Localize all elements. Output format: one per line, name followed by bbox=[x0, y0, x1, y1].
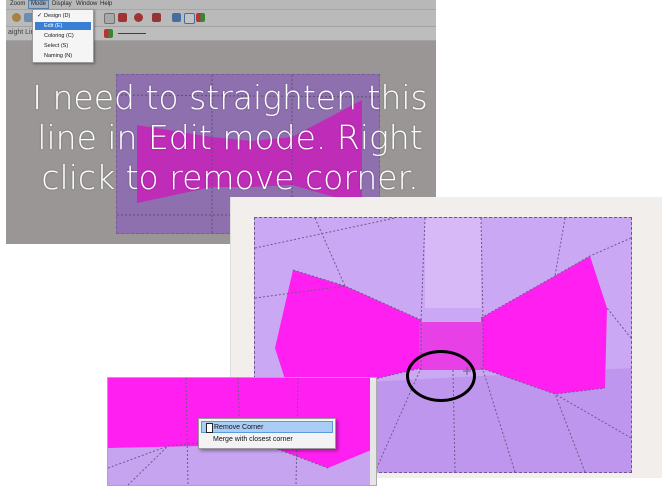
mode-item-coloring[interactable]: Coloring (C) bbox=[35, 32, 91, 40]
caption-line-2: line in Edit mode. Right bbox=[37, 118, 423, 157]
cursor-icon bbox=[206, 423, 213, 433]
caption-line-1: I need to straighten this bbox=[32, 78, 428, 117]
mode-item-design[interactable]: ✓ Design (D) bbox=[35, 12, 91, 20]
caption-line-3: click to remove corner. bbox=[41, 158, 419, 197]
merge-corner-menu-item[interactable]: Merge with closest corner bbox=[201, 434, 333, 446]
merge-corner-label: Merge with closest corner bbox=[213, 436, 293, 443]
mode-item-naming-label: Naming (N) bbox=[44, 53, 73, 59]
mode-item-select-label: Select (S) bbox=[44, 43, 69, 49]
highlight-circle bbox=[406, 350, 476, 402]
context-menu: Remove Corner Merge with closest corner bbox=[198, 418, 336, 449]
mode-item-edit-label: Edit (E) bbox=[44, 23, 63, 29]
mode-item-select[interactable]: Select (S) bbox=[35, 42, 91, 50]
mode-item-edit[interactable]: Edit (E) bbox=[35, 22, 91, 30]
remove-corner-label: Remove Corner bbox=[214, 424, 264, 431]
mode-dropdown-menu: ✓ Design (D) Edit (E) Coloring (C) Selec… bbox=[32, 9, 94, 63]
remove-corner-menu-item[interactable]: Remove Corner bbox=[201, 421, 333, 433]
vertical-scrollbar[interactable] bbox=[370, 378, 376, 485]
mode-item-coloring-label: Coloring (C) bbox=[44, 33, 74, 39]
mode-item-design-label: Design (D) bbox=[44, 13, 71, 19]
instruction-caption: I need to straighten this line in Edit m… bbox=[30, 78, 430, 198]
mode-item-naming[interactable]: Naming (N) bbox=[35, 52, 91, 60]
check-icon: ✓ bbox=[37, 13, 43, 19]
